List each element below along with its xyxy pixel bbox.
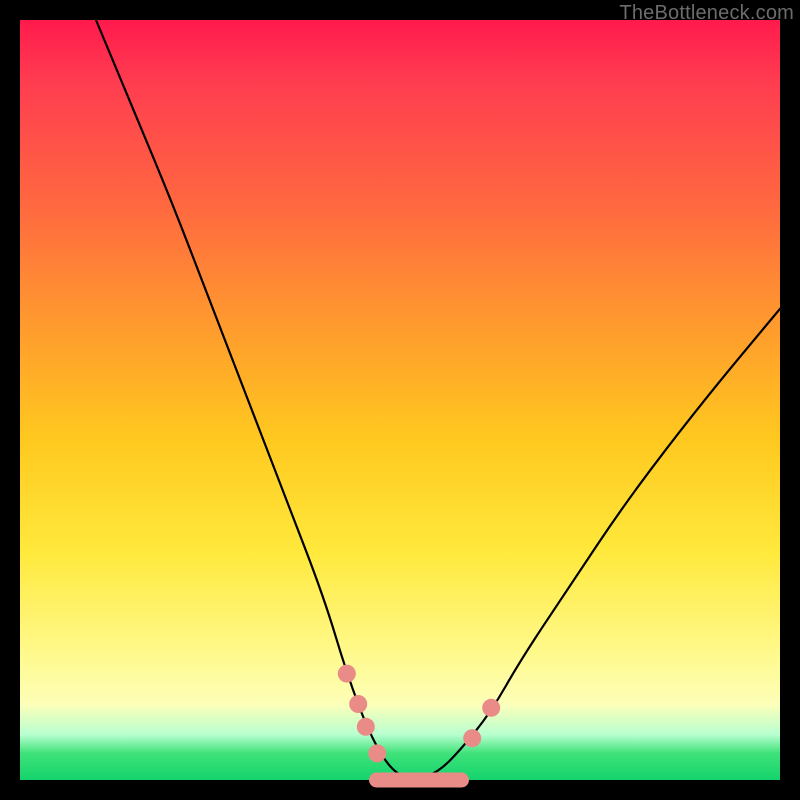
marker-dot xyxy=(368,744,386,762)
marker-dot xyxy=(349,695,367,713)
chart-frame: TheBottleneck.com xyxy=(0,0,800,800)
watermark-text: TheBottleneck.com xyxy=(619,2,794,25)
marker-dot xyxy=(482,699,500,717)
marker-dot xyxy=(357,718,375,736)
curve-path-group xyxy=(96,20,780,778)
bottleneck-curve xyxy=(96,20,780,778)
marker-dot xyxy=(463,729,481,747)
marker-pill xyxy=(407,773,469,788)
plot-area xyxy=(20,20,780,780)
marker-dot xyxy=(338,665,356,683)
marker-group xyxy=(338,665,500,788)
curve-layer xyxy=(20,20,780,780)
